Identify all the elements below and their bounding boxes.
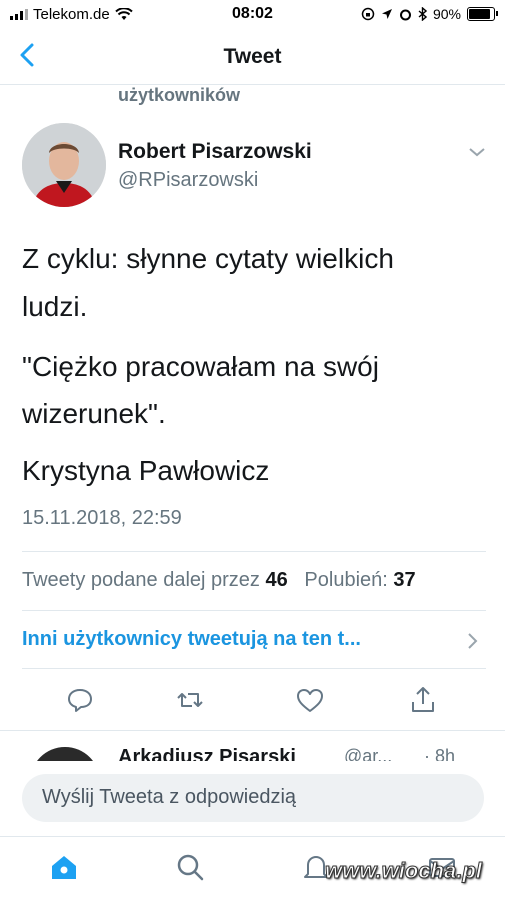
divider [22, 668, 486, 669]
reply-composer[interactable] [22, 774, 484, 822]
chevron-down-icon[interactable] [466, 144, 488, 160]
search-icon[interactable] [174, 851, 206, 883]
retweet-icon[interactable] [174, 684, 206, 716]
tweet-timestamp[interactable]: 15.11.2018, 22:59 [22, 507, 182, 530]
reply-time: · 8h [424, 746, 456, 761]
reply-author-name: Arkadiusz Pisarski [118, 746, 296, 761]
tweet-text-line: ludzi. [22, 291, 88, 322]
bluetooth-icon [418, 7, 427, 21]
page-title: Tweet [223, 45, 282, 68]
reply-avatar [30, 747, 100, 761]
author-handle[interactable]: @RPisarzowski [118, 169, 258, 192]
heart-icon[interactable] [294, 684, 326, 716]
tweet-text-line: Krystyna Pawłowicz [22, 455, 270, 486]
reply-author-handle: @ar... [344, 746, 393, 761]
author-name[interactable]: Robert Pisarzowski [118, 140, 312, 164]
status-bar: Telekom.de 08:02 90% [0, 0, 505, 30]
tweet-text-line: Z cyklu: słynne cytaty wielkich [22, 243, 394, 274]
tweet-text-line: "Ciężko pracowałam na swój [22, 351, 379, 382]
comment-icon[interactable] [64, 684, 96, 716]
status-right: 90% [361, 6, 498, 22]
divider [0, 730, 505, 731]
reply-input[interactable] [40, 785, 464, 810]
retweets-label[interactable]: Tweety podane dalej przez [22, 569, 260, 591]
share-icon[interactable] [407, 684, 439, 716]
likes-count[interactable]: 37 [393, 569, 415, 591]
alarm-icon [399, 9, 411, 20]
navigation-bar: Tweet [0, 30, 505, 85]
divider [22, 551, 486, 552]
tweet-text-line: wizerunek". [22, 398, 166, 429]
rotation-lock-icon [361, 7, 375, 21]
chevron-right-icon[interactable] [466, 630, 480, 652]
tweet-actions [0, 684, 505, 720]
likes-label[interactable]: Polubień: [304, 569, 387, 591]
related-tweets-link[interactable]: Inni użytkownicy tweetują na ten t... [22, 628, 361, 651]
watermark: www.wiocha.pl [325, 858, 483, 884]
home-icon[interactable] [48, 851, 80, 883]
divider [22, 610, 486, 611]
reply-preview[interactable]: Arkadiusz Pisarski @ar... · 8h [0, 733, 505, 761]
battery-percent: 90% [432, 6, 461, 22]
avatar-image [22, 123, 106, 207]
retweets-count[interactable]: 46 [266, 569, 288, 591]
location-icon [381, 9, 392, 19]
tweet-stats: Tweety podane dalej przez 46 Polubień: 3… [22, 569, 505, 592]
author-avatar[interactable] [22, 123, 106, 207]
context-label: użytkowników [118, 85, 241, 105]
battery-icon [467, 7, 498, 21]
